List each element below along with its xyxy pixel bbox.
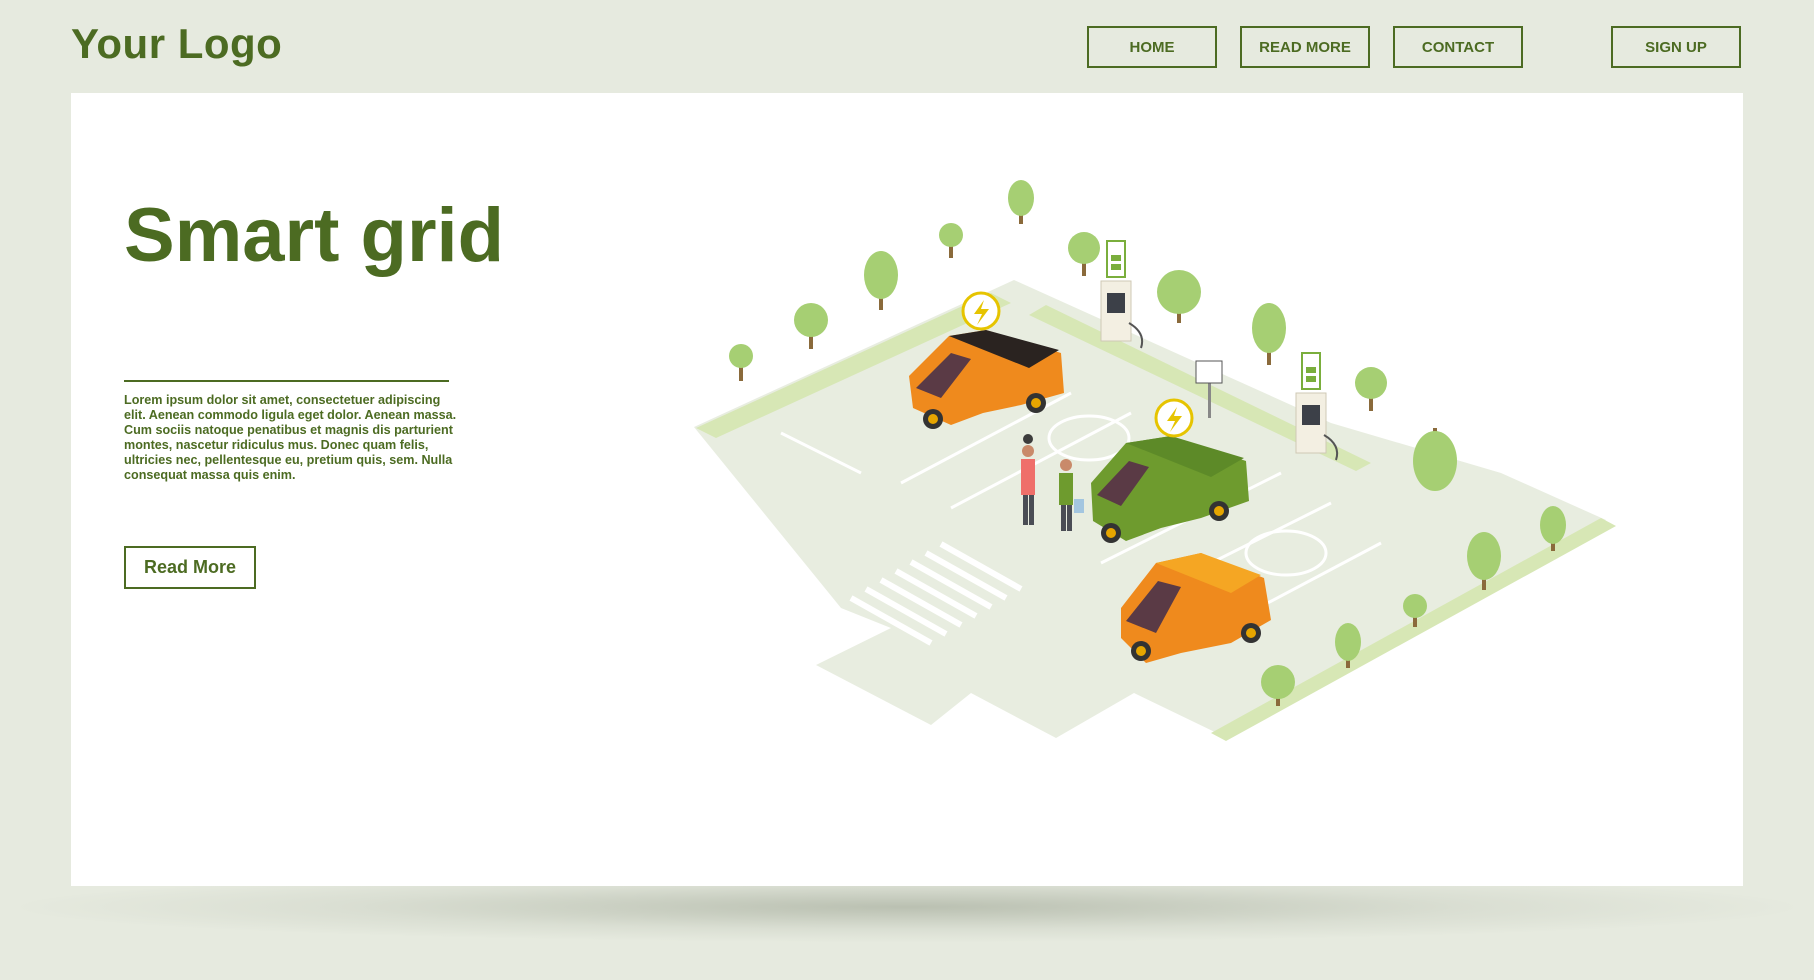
- tree: [794, 303, 828, 349]
- tree: [1008, 180, 1034, 224]
- tree: [1068, 232, 1100, 276]
- nav-contact-button[interactable]: CONTACT: [1393, 26, 1523, 68]
- nav-home-button[interactable]: HOME: [1087, 26, 1217, 68]
- tree: [729, 344, 753, 381]
- logo[interactable]: Your Logo: [71, 20, 282, 68]
- sign-up-button[interactable]: SIGN UP: [1611, 26, 1741, 68]
- tree: [939, 223, 963, 258]
- ev-charging-illustration: [694, 180, 1616, 741]
- tree: [1355, 367, 1387, 411]
- tree: [1413, 428, 1457, 491]
- tree: [1157, 270, 1201, 323]
- tree: [1252, 303, 1286, 365]
- nav-read-more-button[interactable]: READ MORE: [1240, 26, 1370, 68]
- charging-station: [1100, 240, 1144, 349]
- tree: [864, 251, 898, 310]
- hero-card: Smart grid Lorem ipsum dolor sit amet, c…: [71, 93, 1743, 886]
